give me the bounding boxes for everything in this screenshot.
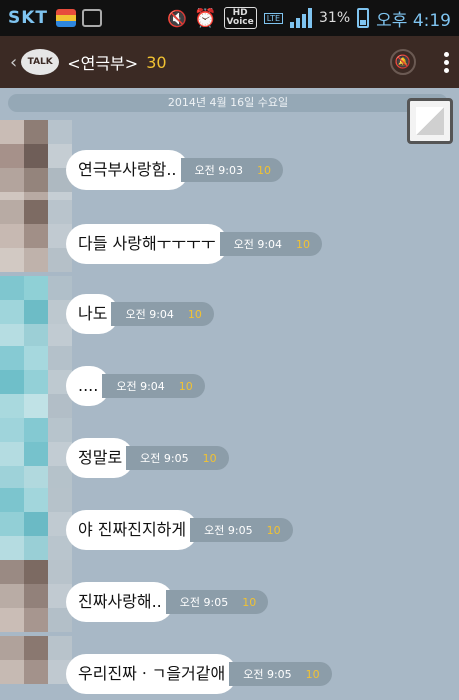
message-meta: 오전 9:04 10 bbox=[219, 232, 323, 256]
message-meta: 오전 9:04 10 bbox=[111, 302, 214, 326]
lte-icon: LTE bbox=[263, 12, 284, 24]
list-item[interactable]: 정말로 오전 9:05 10 bbox=[66, 438, 229, 478]
chat-header: ‹ TALK <연극부> 30 🔕 bbox=[0, 36, 459, 88]
message-bubble[interactable]: 우리진짜ㆍㄱ을거같애 bbox=[66, 654, 238, 694]
avatar[interactable] bbox=[0, 636, 72, 684]
volume-icon: 🔇 bbox=[167, 8, 188, 28]
message-meta: 오전 9:05 10 bbox=[126, 446, 229, 470]
app-notification-icon bbox=[56, 9, 77, 27]
avatar[interactable] bbox=[0, 200, 72, 272]
avatar[interactable] bbox=[0, 560, 72, 632]
message-bubble[interactable]: 야 진짜진지하게 bbox=[66, 510, 199, 550]
unread-count: 10 bbox=[266, 523, 281, 537]
carrier-label: SKT bbox=[8, 8, 49, 28]
notification-off-icon[interactable]: 🔕 bbox=[390, 49, 416, 75]
member-count: 30 bbox=[146, 52, 167, 72]
unread-count: 10 bbox=[296, 237, 311, 251]
more-menu-icon[interactable] bbox=[444, 51, 449, 73]
message-meta: 오전 9:05 10 bbox=[165, 590, 269, 614]
status-bar: SKT 🔇 ⏰ HD Voice LTE 31% 오후 4:19 bbox=[0, 0, 459, 36]
message-time: 오전 9:05 bbox=[243, 668, 292, 681]
list-item[interactable]: 야 진짜진지하게 오전 9:05 10 bbox=[66, 510, 293, 550]
list-item[interactable]: .... 오전 9:04 10 bbox=[66, 366, 205, 406]
message-time: 오전 9:04 bbox=[116, 380, 165, 393]
message-time: 오전 9:05 bbox=[204, 524, 253, 537]
message-meta: 오전 9:05 10 bbox=[190, 518, 293, 542]
message-time: 오전 9:05 bbox=[140, 452, 189, 465]
message-meta: 오전 9:03 10 bbox=[180, 158, 283, 182]
avatar[interactable] bbox=[0, 276, 72, 348]
message-time: 오전 9:03 bbox=[194, 164, 243, 177]
hd-voice-icon: HD Voice bbox=[223, 7, 257, 29]
avatar[interactable] bbox=[0, 488, 72, 560]
message-time: 오전 9:05 bbox=[179, 596, 229, 609]
message-time: 오전 9:04 bbox=[233, 238, 283, 251]
scroll-bottom-icon[interactable] bbox=[407, 98, 453, 144]
unread-count: 10 bbox=[242, 595, 257, 609]
talk-logo-icon: TALK bbox=[21, 49, 60, 75]
battery-percent: 31% bbox=[319, 10, 351, 26]
unread-count: 10 bbox=[202, 451, 217, 465]
chat-room-title: <연극부> bbox=[67, 54, 139, 73]
message-bubble[interactable]: 진짜사랑해.. bbox=[66, 582, 174, 622]
battery-icon bbox=[357, 8, 370, 28]
list-item[interactable]: 연극부사랑함.. 오전 9:03 10 bbox=[66, 150, 283, 190]
message-bubble[interactable]: 다들 사랑해ㅜㅜㅜㅜ bbox=[66, 224, 228, 264]
signal-strength-icon bbox=[290, 8, 313, 28]
chat-area[interactable]: 2014년 4월 16일 수요일 연극부사랑함.. 오전 9:03 10 다들 … bbox=[0, 88, 459, 700]
image-notification-icon bbox=[82, 9, 103, 27]
avatar[interactable] bbox=[0, 418, 72, 490]
avatar[interactable] bbox=[0, 346, 72, 418]
list-item[interactable]: 나도 오전 9:04 10 bbox=[66, 294, 214, 334]
list-item[interactable]: 다들 사랑해ㅜㅜㅜㅜ 오전 9:04 10 bbox=[66, 224, 323, 264]
list-item[interactable]: 진짜사랑해.. 오전 9:05 10 bbox=[66, 582, 269, 622]
message-time: 오전 9:04 bbox=[125, 308, 174, 321]
clock: 오후 4:19 bbox=[376, 10, 451, 31]
alarm-clock-icon: ⏰ bbox=[194, 7, 217, 29]
message-meta: 오전 9:04 10 bbox=[102, 374, 205, 398]
message-bubble[interactable]: 연극부사랑함.. bbox=[66, 150, 189, 190]
list-item[interactable]: 우리진짜ㆍㄱ을거같애 오전 9:05 10 bbox=[66, 654, 332, 694]
date-divider: 2014년 4월 16일 수요일 bbox=[8, 94, 448, 112]
unread-count: 10 bbox=[187, 307, 202, 321]
back-chevron-icon[interactable]: ‹ bbox=[10, 52, 17, 73]
message-meta: 오전 9:05 10 bbox=[229, 662, 332, 686]
unread-count: 10 bbox=[305, 667, 320, 681]
message-bubble[interactable]: 정말로 bbox=[66, 438, 135, 478]
unread-count: 10 bbox=[256, 163, 271, 177]
unread-count: 10 bbox=[178, 379, 193, 393]
